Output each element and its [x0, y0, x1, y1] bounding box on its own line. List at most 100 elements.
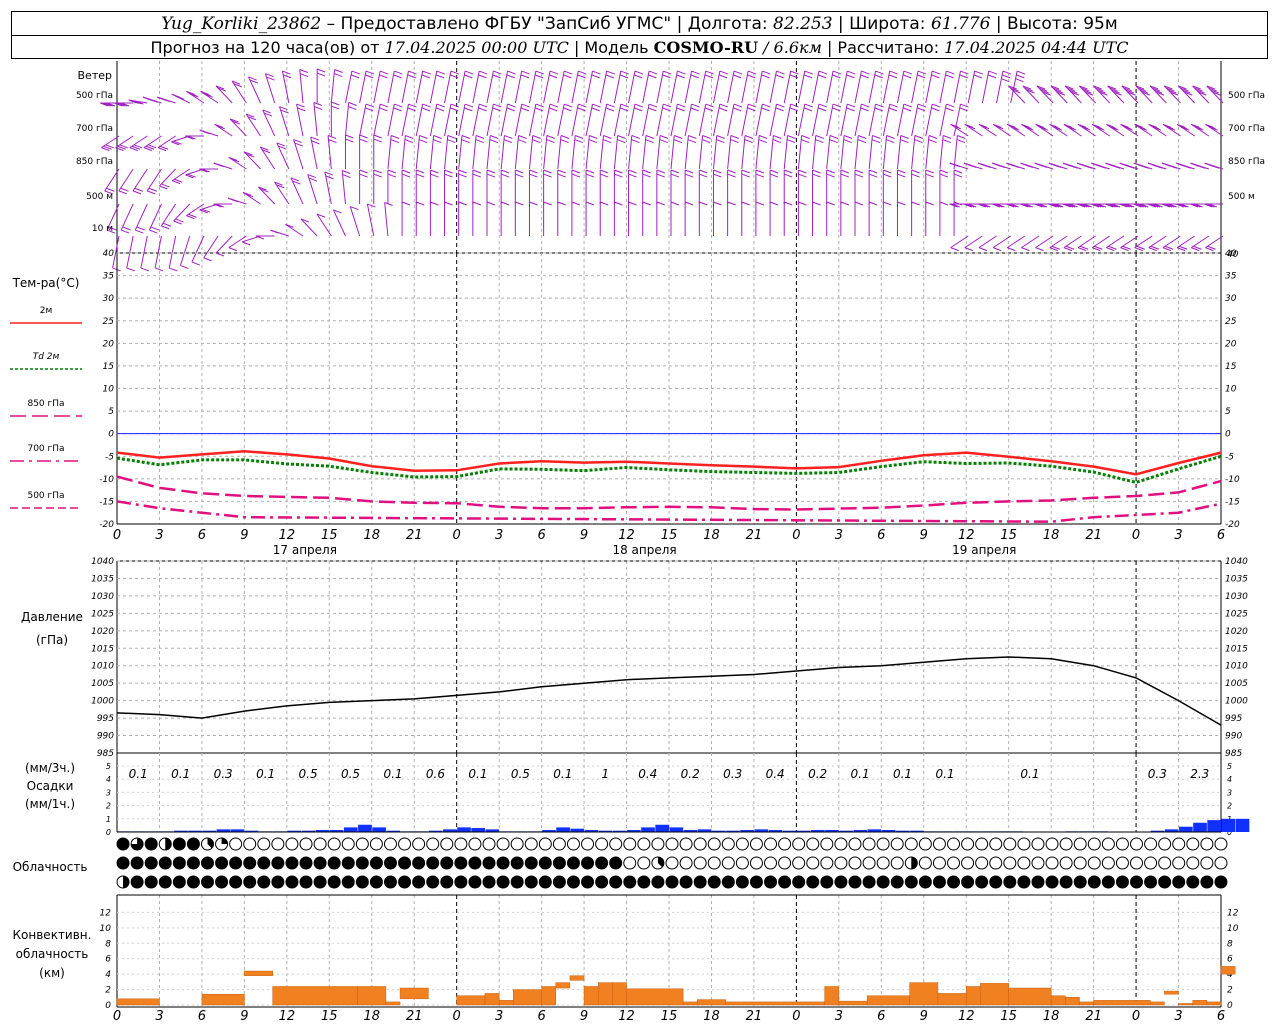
wind-barb — [120, 203, 134, 231]
cloud-cover-symbol — [721, 875, 735, 889]
wind-barb — [332, 209, 346, 237]
wind-barb-flag — [404, 139, 414, 144]
hour-tick-label: 3 — [155, 528, 163, 543]
wind-barb-flag — [843, 139, 852, 144]
cloud-cover-symbol — [595, 856, 609, 870]
cloud-cover-symbol — [186, 875, 200, 889]
wind-barb-flag — [656, 169, 666, 174]
cloud-cover-symbol — [792, 837, 806, 851]
wind-barb — [585, 103, 593, 137]
cloud-cover-symbol — [1101, 837, 1115, 851]
bottom-hour-tick-label: 12 — [618, 1009, 635, 1024]
cloud-cover-symbol — [412, 856, 426, 870]
precip-bar — [655, 824, 669, 832]
wind-barb-flag — [854, 169, 864, 174]
precip-3h-sum: 0.3 — [214, 767, 233, 781]
pressure-panel-ytick-left: 1040 — [91, 557, 114, 567]
wind-barb — [290, 177, 304, 205]
wind-barb-flag — [897, 173, 906, 178]
conv-cloud-bar — [1206, 1001, 1222, 1006]
conv-cloud-bar — [569, 975, 585, 981]
wind-barb-flag — [931, 103, 941, 108]
wind-level-label-left: 500 гПа — [76, 91, 113, 101]
cloud-cover-symbol — [383, 837, 397, 851]
pressure-panel-unit: (гПа) — [36, 633, 68, 647]
day-label: 17 апреля — [273, 543, 337, 557]
wind-barb-flag — [359, 138, 368, 143]
wind-barb — [797, 103, 806, 137]
cloud-cover-symbol — [1017, 875, 1031, 889]
cloud-cover-symbol — [707, 875, 721, 889]
wind-barb — [458, 103, 466, 137]
cloud-cover-symbol — [848, 875, 862, 889]
temperature-panel-ytick-right: -5 — [1225, 452, 1234, 462]
cloud-cover-symbol — [412, 875, 426, 889]
hour-tick-label: 12 — [958, 528, 975, 543]
wind-barb-flag — [506, 74, 515, 79]
wind-barb-flag — [840, 169, 850, 174]
wind-barb-flag — [520, 107, 530, 112]
wind-barb-flag — [925, 201, 934, 206]
wind-barb-flag — [299, 73, 309, 78]
cloud-cover-symbol — [468, 856, 482, 870]
wind-barb-flag — [670, 201, 680, 206]
wind-barb — [132, 168, 148, 192]
cloud-cover-symbol — [637, 837, 651, 851]
wind-barb-flag — [727, 173, 736, 178]
wind-barb — [755, 103, 763, 137]
conv-cloud-bar — [244, 970, 273, 976]
cloud-cover-symbol — [792, 875, 806, 889]
wind-barb — [911, 103, 919, 137]
bottom-hour-tick-label: 12 — [279, 1009, 296, 1024]
wind-barb-flag — [673, 139, 683, 144]
wind-barb-flag — [614, 173, 623, 178]
wind-barb-flag — [631, 135, 640, 139]
wind-barb-flag — [670, 173, 680, 178]
temperature-panel-ytick-left: 10 — [103, 385, 115, 395]
wind-barb-flag — [888, 74, 898, 79]
wind-barb — [159, 168, 176, 187]
wind-barb-flag — [843, 135, 853, 139]
wind-barb-flag — [803, 74, 813, 79]
wind-barb-flag — [684, 173, 694, 178]
cloud-cover-symbol — [749, 875, 763, 889]
wind-level-label-right: 700 гПа — [1228, 124, 1265, 134]
chart-marks: 500 гПа 500 гПа 700 гПа 700 гПа 850 гПа 850 г… — [10, 61, 1265, 1024]
wind-barb-flag — [716, 135, 725, 139]
wind-barb — [101, 135, 120, 149]
cloud-cover-symbol — [1059, 837, 1073, 851]
wind-barb-flag — [659, 139, 668, 144]
wind-barb-flag — [348, 106, 357, 111]
conv-cloud-bar — [697, 999, 726, 1006]
wind-barb-flag — [384, 202, 393, 206]
wind-barb-flag — [515, 169, 524, 174]
wind-barb-flag — [373, 173, 382, 178]
wind-barb-flag — [464, 70, 474, 75]
wind-barb-flag — [120, 187, 129, 192]
cloud-cover-symbol — [1186, 837, 1200, 851]
wind-barb-flag — [408, 70, 417, 75]
cloud-cover-symbol — [679, 856, 693, 870]
wind-barb-flag — [978, 247, 988, 252]
bottom-hour-tick-label: 0 — [1132, 1009, 1140, 1024]
cloud-cover-symbol — [510, 837, 524, 851]
wind-barb — [429, 135, 435, 170]
wind-barb — [115, 135, 134, 149]
wind-barb — [882, 103, 891, 137]
wind-barb — [939, 70, 947, 104]
wind-barb-flag — [458, 173, 467, 178]
cloud-cover-symbol — [1003, 875, 1017, 889]
cloud-cover-symbol — [355, 856, 369, 870]
hour-tick-label: 9 — [580, 528, 588, 543]
wind-barb-flag — [648, 103, 658, 108]
wind-barb-flag — [588, 139, 598, 144]
temperature-panel-ytick-right: -15 — [1225, 497, 1240, 507]
wind-barb — [896, 135, 902, 170]
wind-barb-flag — [761, 107, 770, 112]
wind-barb — [741, 103, 749, 137]
wind-barb — [656, 70, 664, 104]
wind-barb — [173, 203, 191, 222]
wind-barb-flag — [1035, 247, 1044, 252]
cloud-cover-symbol — [651, 875, 665, 889]
wind-barb-flag — [755, 201, 765, 206]
